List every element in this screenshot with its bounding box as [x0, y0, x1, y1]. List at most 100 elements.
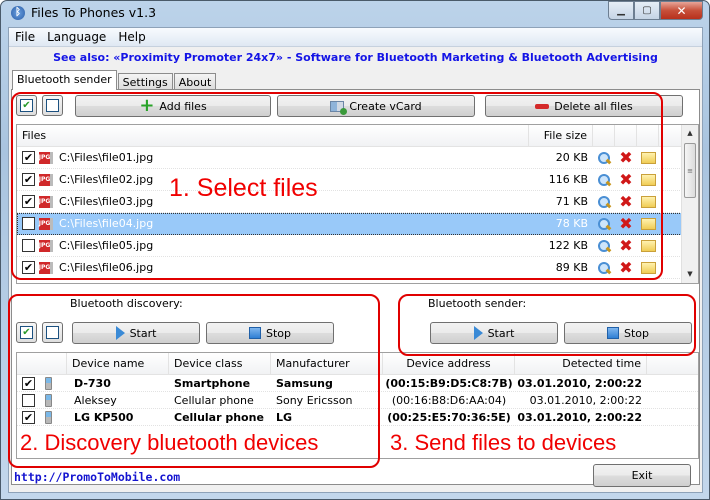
folder-icon — [640, 217, 656, 230]
file-row[interactable]: JPG C:\Files\file06.jpg 89 KB ✖ — [17, 257, 698, 279]
website-link[interactable]: http://PromoToMobile.com — [14, 470, 180, 484]
device-address: (00:15:B9:D5:C8:7B) — [385, 376, 513, 390]
device-row[interactable]: D-730 Smartphone Samsung (00:15:B9:D5:C8:7B… — [17, 375, 698, 392]
stop-icon — [248, 327, 261, 339]
files-scrollbar[interactable]: ▲ ≡ ▼ — [681, 125, 698, 283]
scroll-thumb[interactable]: ≡ — [684, 143, 696, 198]
file-checkbox[interactable] — [22, 195, 35, 208]
file-row[interactable]: JPG C:\Files\file04.jpg 78 KB ✖ — [17, 213, 698, 235]
device-address: (00:16:B8:D6:AA:04) — [391, 393, 507, 407]
sender-stop-button[interactable]: Stop — [564, 322, 692, 344]
device-class: Cellular phone — [174, 410, 264, 424]
column-files[interactable]: Files — [17, 125, 529, 146]
file-checkbox[interactable] — [22, 173, 35, 186]
device-row[interactable]: LG KP500 Cellular phone LG (00:25:E5:70:36:… — [17, 409, 698, 426]
column-file-size[interactable]: File size — [529, 125, 593, 146]
device-class: Cellular phone — [174, 393, 254, 407]
menu-file[interactable]: File — [9, 30, 41, 44]
remove-file-button[interactable]: ✖ — [615, 147, 637, 167]
delete-x-icon: ✖ — [619, 257, 633, 277]
delete-x-icon: ✖ — [619, 235, 633, 255]
bluetooth-sender-page: ✔ + Add files Create vCard Delete all fi… — [8, 89, 700, 485]
file-row[interactable]: JPG C:\Files\file02.jpg 116 KB ✖ — [17, 169, 698, 191]
device-checkbox[interactable] — [22, 410, 35, 424]
play-icon — [473, 326, 483, 340]
device-checkbox[interactable] — [22, 376, 35, 390]
files-grid-header: Files File size — [17, 125, 698, 147]
sender-start-button[interactable]: Start — [430, 322, 558, 344]
device-row[interactable]: Aleksey Cellular phone Sony Ericsson (00:16… — [17, 392, 698, 409]
column-detected-time[interactable]: Detected time — [515, 353, 647, 374]
device-manufacturer: LG — [276, 410, 293, 424]
play-icon — [115, 326, 125, 340]
column-device-address[interactable]: Device address — [383, 353, 515, 374]
open-folder-button[interactable] — [637, 173, 659, 186]
column-manufacturer[interactable]: Manufacturer — [271, 353, 383, 374]
client-area: File Language Help See also: «Proximity … — [8, 27, 703, 493]
device-address: (00:25:E5:70:36:5E) — [387, 410, 511, 424]
uncheck-all-files-button[interactable] — [42, 95, 63, 116]
discovery-stop-button[interactable]: Stop — [206, 322, 334, 344]
phone-icon — [45, 393, 52, 407]
preview-button[interactable] — [593, 195, 615, 209]
preview-button[interactable] — [593, 261, 615, 275]
checkmark-icon: ✔ — [20, 326, 33, 339]
file-size: 122 KB — [548, 239, 588, 252]
check-all-files-button[interactable]: ✔ — [16, 95, 37, 116]
file-size: 116 KB — [548, 173, 588, 186]
delete-all-files-button[interactable]: Delete all files — [485, 95, 683, 117]
promo-link[interactable]: See also: «Proximity Promoter 24x7» - So… — [9, 51, 702, 64]
file-checkbox[interactable] — [22, 261, 35, 274]
device-checkbox[interactable] — [22, 393, 35, 407]
remove-file-button[interactable]: ✖ — [615, 235, 637, 255]
scroll-up-arrow[interactable]: ▲ — [682, 125, 698, 142]
preview-button[interactable] — [593, 217, 615, 231]
menu-language[interactable]: Language — [41, 30, 112, 44]
preview-button[interactable] — [593, 173, 615, 187]
tab-bluetooth-sender[interactable]: Bluetooth sender — [12, 70, 117, 90]
file-row[interactable]: JPG C:\Files\file03.jpg 71 KB ✖ — [17, 191, 698, 213]
maximize-button[interactable]: ▢ — [634, 1, 660, 20]
magnifier-icon — [597, 217, 611, 231]
add-files-label: Add files — [159, 99, 207, 113]
exit-button[interactable]: Exit — [593, 464, 691, 487]
tab-about[interactable]: About — [173, 73, 217, 90]
file-path: C:\Files\file05.jpg — [59, 239, 154, 252]
file-row[interactable]: JPG C:\Files\file05.jpg 122 KB ✖ — [17, 235, 698, 257]
delete-x-icon: ✖ — [619, 147, 633, 167]
add-files-button[interactable]: + Add files — [75, 95, 271, 117]
open-folder-button[interactable] — [637, 217, 659, 230]
check-all-devices-button[interactable]: ✔ — [16, 322, 37, 343]
tab-settings[interactable]: Settings — [117, 73, 173, 90]
open-folder-button[interactable] — [637, 261, 659, 274]
remove-file-button[interactable]: ✖ — [615, 193, 637, 209]
remove-file-button[interactable]: ✖ — [615, 171, 637, 187]
file-path: C:\Files\file04.jpg — [59, 217, 154, 230]
uncheck-all-devices-button[interactable] — [42, 322, 63, 343]
menu-help[interactable]: Help — [112, 30, 151, 44]
open-folder-button[interactable] — [637, 195, 659, 208]
window-title: Files To Phones v1.3 — [31, 5, 157, 20]
close-button[interactable]: ✕ — [660, 1, 703, 20]
remove-file-button[interactable]: ✖ — [615, 215, 637, 231]
column-device-class[interactable]: Device class — [169, 353, 271, 374]
remove-file-button[interactable]: ✖ — [615, 257, 637, 277]
preview-button[interactable] — [593, 151, 615, 165]
device-rows: D-730 Smartphone Samsung (00:15:B9:D5:C8:7B… — [17, 375, 698, 426]
scroll-down-arrow[interactable]: ▼ — [682, 266, 698, 283]
open-folder-button[interactable] — [637, 151, 659, 164]
create-vcard-button[interactable]: Create vCard — [277, 95, 475, 117]
preview-button[interactable] — [593, 239, 615, 253]
file-checkbox[interactable] — [22, 217, 35, 230]
file-checkbox[interactable] — [22, 239, 35, 252]
minimize-button[interactable]: ▁ — [608, 1, 634, 20]
file-checkbox[interactable] — [22, 151, 35, 164]
phone-icon — [45, 376, 52, 390]
file-row[interactable]: JPG C:\Files\file01.jpg 20 KB ✖ — [17, 147, 698, 169]
discovery-stop-label: Stop — [265, 326, 291, 340]
exit-label: Exit — [631, 469, 653, 482]
devices-grid-header: Device name Device class Manufacturer De… — [17, 353, 698, 375]
discovery-start-button[interactable]: Start — [72, 322, 200, 344]
column-device-name[interactable]: Device name — [67, 353, 169, 374]
open-folder-button[interactable] — [637, 239, 659, 252]
